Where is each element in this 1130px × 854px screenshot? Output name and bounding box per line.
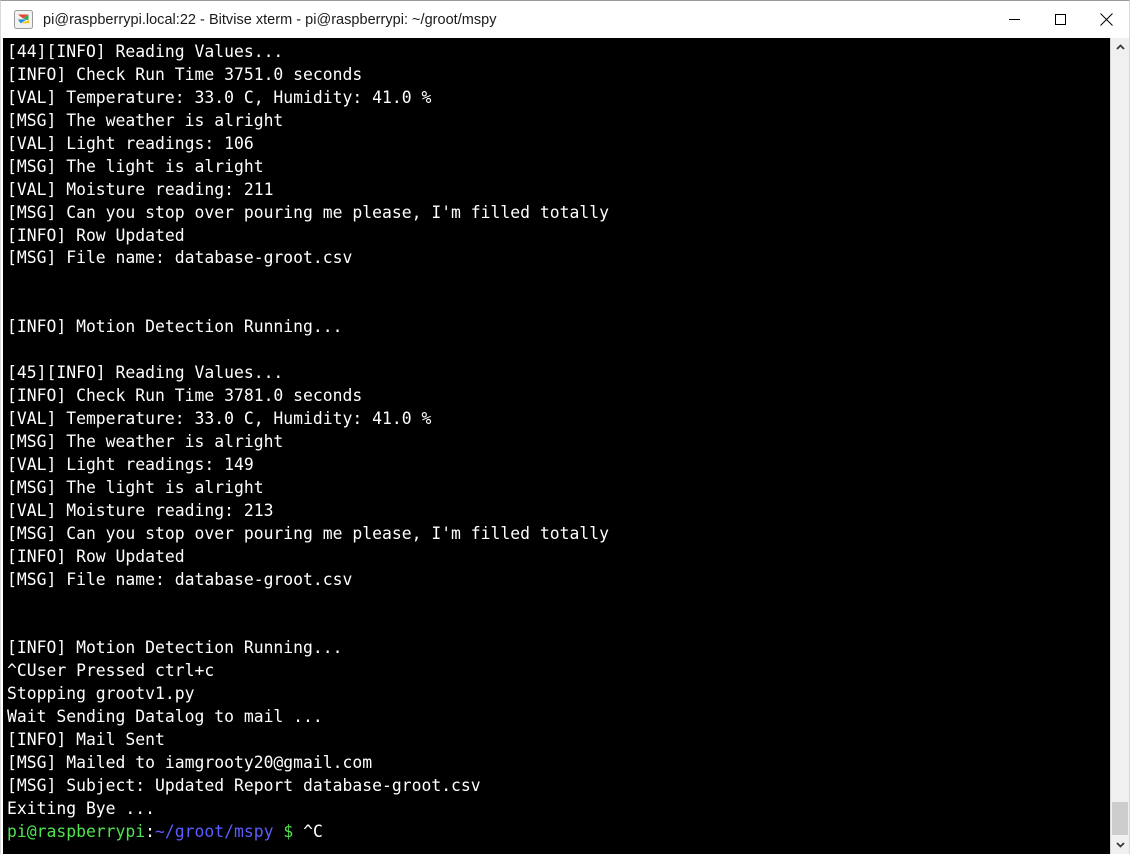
terminal-line: [VAL] Temperature: 33.0 C, Humidity: 41.… bbox=[7, 87, 432, 107]
window-controls bbox=[991, 1, 1129, 38]
terminal-line: [INFO] Check Run Time 3781.0 seconds bbox=[7, 386, 363, 406]
prompt-user-host: pi@raspberrypi bbox=[7, 821, 146, 841]
terminal-line: [MSG] The light is alright bbox=[7, 156, 264, 176]
terminal-line: [MSG] File name: database-groot.csv bbox=[7, 248, 353, 268]
terminal-line: Stopping grootv1.py bbox=[7, 684, 195, 704]
prompt-path: ~/groot/mspy bbox=[155, 821, 274, 841]
terminal-line: Exiting Bye ... bbox=[7, 798, 156, 818]
scrollbar-track[interactable] bbox=[1111, 57, 1129, 835]
terminal-line: [MSG] The weather is alright bbox=[7, 431, 284, 451]
terminal-line: [MSG] Can you stop over pouring me pleas… bbox=[7, 202, 609, 222]
terminal-line: [VAL] Light readings: 106 bbox=[7, 133, 254, 153]
terminal-line: [INFO] Row Updated bbox=[7, 546, 185, 566]
terminal-output[interactable]: [44][INFO] Reading Values... [INFO] Check… bbox=[3, 38, 1110, 854]
window-titlebar[interactable]: pi@raspberrypi.local:22 - Bitvise xterm … bbox=[1, 1, 1129, 38]
terminal-line: [INFO] Motion Detection Running... bbox=[7, 317, 343, 337]
terminal-line: [MSG] The light is alright bbox=[7, 477, 264, 497]
terminal-prompt-line[interactable]: pi@raspberrypi:~/groot/mspy $ ^C bbox=[7, 821, 1110, 844]
terminal-window: pi@raspberrypi.local:22 - Bitvise xterm … bbox=[0, 0, 1130, 854]
minimize-button[interactable] bbox=[991, 1, 1037, 38]
terminal-body: [44][INFO] Reading Values... [INFO] Check… bbox=[1, 38, 1129, 854]
terminal-line: [MSG] File name: database-groot.csv bbox=[7, 569, 353, 589]
terminal-scrollbar[interactable] bbox=[1110, 38, 1129, 854]
close-button[interactable] bbox=[1083, 1, 1129, 38]
prompt-typed-text: ^C bbox=[293, 821, 323, 841]
terminal-line: [INFO] Motion Detection Running... bbox=[7, 638, 343, 658]
terminal-line: [MSG] Can you stop over pouring me pleas… bbox=[7, 523, 609, 543]
scrollbar-thumb[interactable] bbox=[1112, 802, 1128, 835]
maximize-button[interactable] bbox=[1037, 1, 1083, 38]
terminal-line: [MSG] Mailed to iamgrooty20@gmail.com bbox=[7, 753, 373, 773]
bitvise-logo-icon bbox=[14, 10, 33, 29]
chevron-up-icon[interactable] bbox=[1111, 38, 1129, 57]
terminal-line: [INFO] Check Run Time 3751.0 seconds bbox=[7, 64, 363, 84]
terminal-line: [44][INFO] Reading Values... bbox=[7, 42, 284, 61]
terminal-line: [45][INFO] Reading Values... bbox=[7, 363, 284, 383]
terminal-line: [VAL] Light readings: 149 bbox=[7, 454, 254, 474]
prompt-separator: : bbox=[145, 821, 156, 841]
terminal-line: Wait Sending Datalog to mail ... bbox=[7, 707, 323, 727]
terminal-line: [VAL] Moisture reading: 211 bbox=[7, 179, 274, 199]
terminal-line: ^CUser Pressed ctrl+c bbox=[7, 661, 215, 681]
terminal-line: [INFO] Row Updated bbox=[7, 225, 185, 245]
chevron-down-icon[interactable] bbox=[1111, 835, 1129, 854]
terminal-line: [MSG] The weather is alright bbox=[7, 110, 284, 130]
terminal-line: [VAL] Temperature: 33.0 C, Humidity: 41.… bbox=[7, 409, 432, 428]
terminal-line: [INFO] Mail Sent bbox=[7, 730, 165, 750]
terminal-line: [VAL] Moisture reading: 213 bbox=[7, 500, 274, 520]
prompt-sigil: $ bbox=[273, 821, 294, 841]
terminal-line: [MSG] Subject: Updated Report database-g… bbox=[7, 776, 481, 795]
window-title: pi@raspberrypi.local:22 - Bitvise xterm … bbox=[43, 11, 497, 28]
